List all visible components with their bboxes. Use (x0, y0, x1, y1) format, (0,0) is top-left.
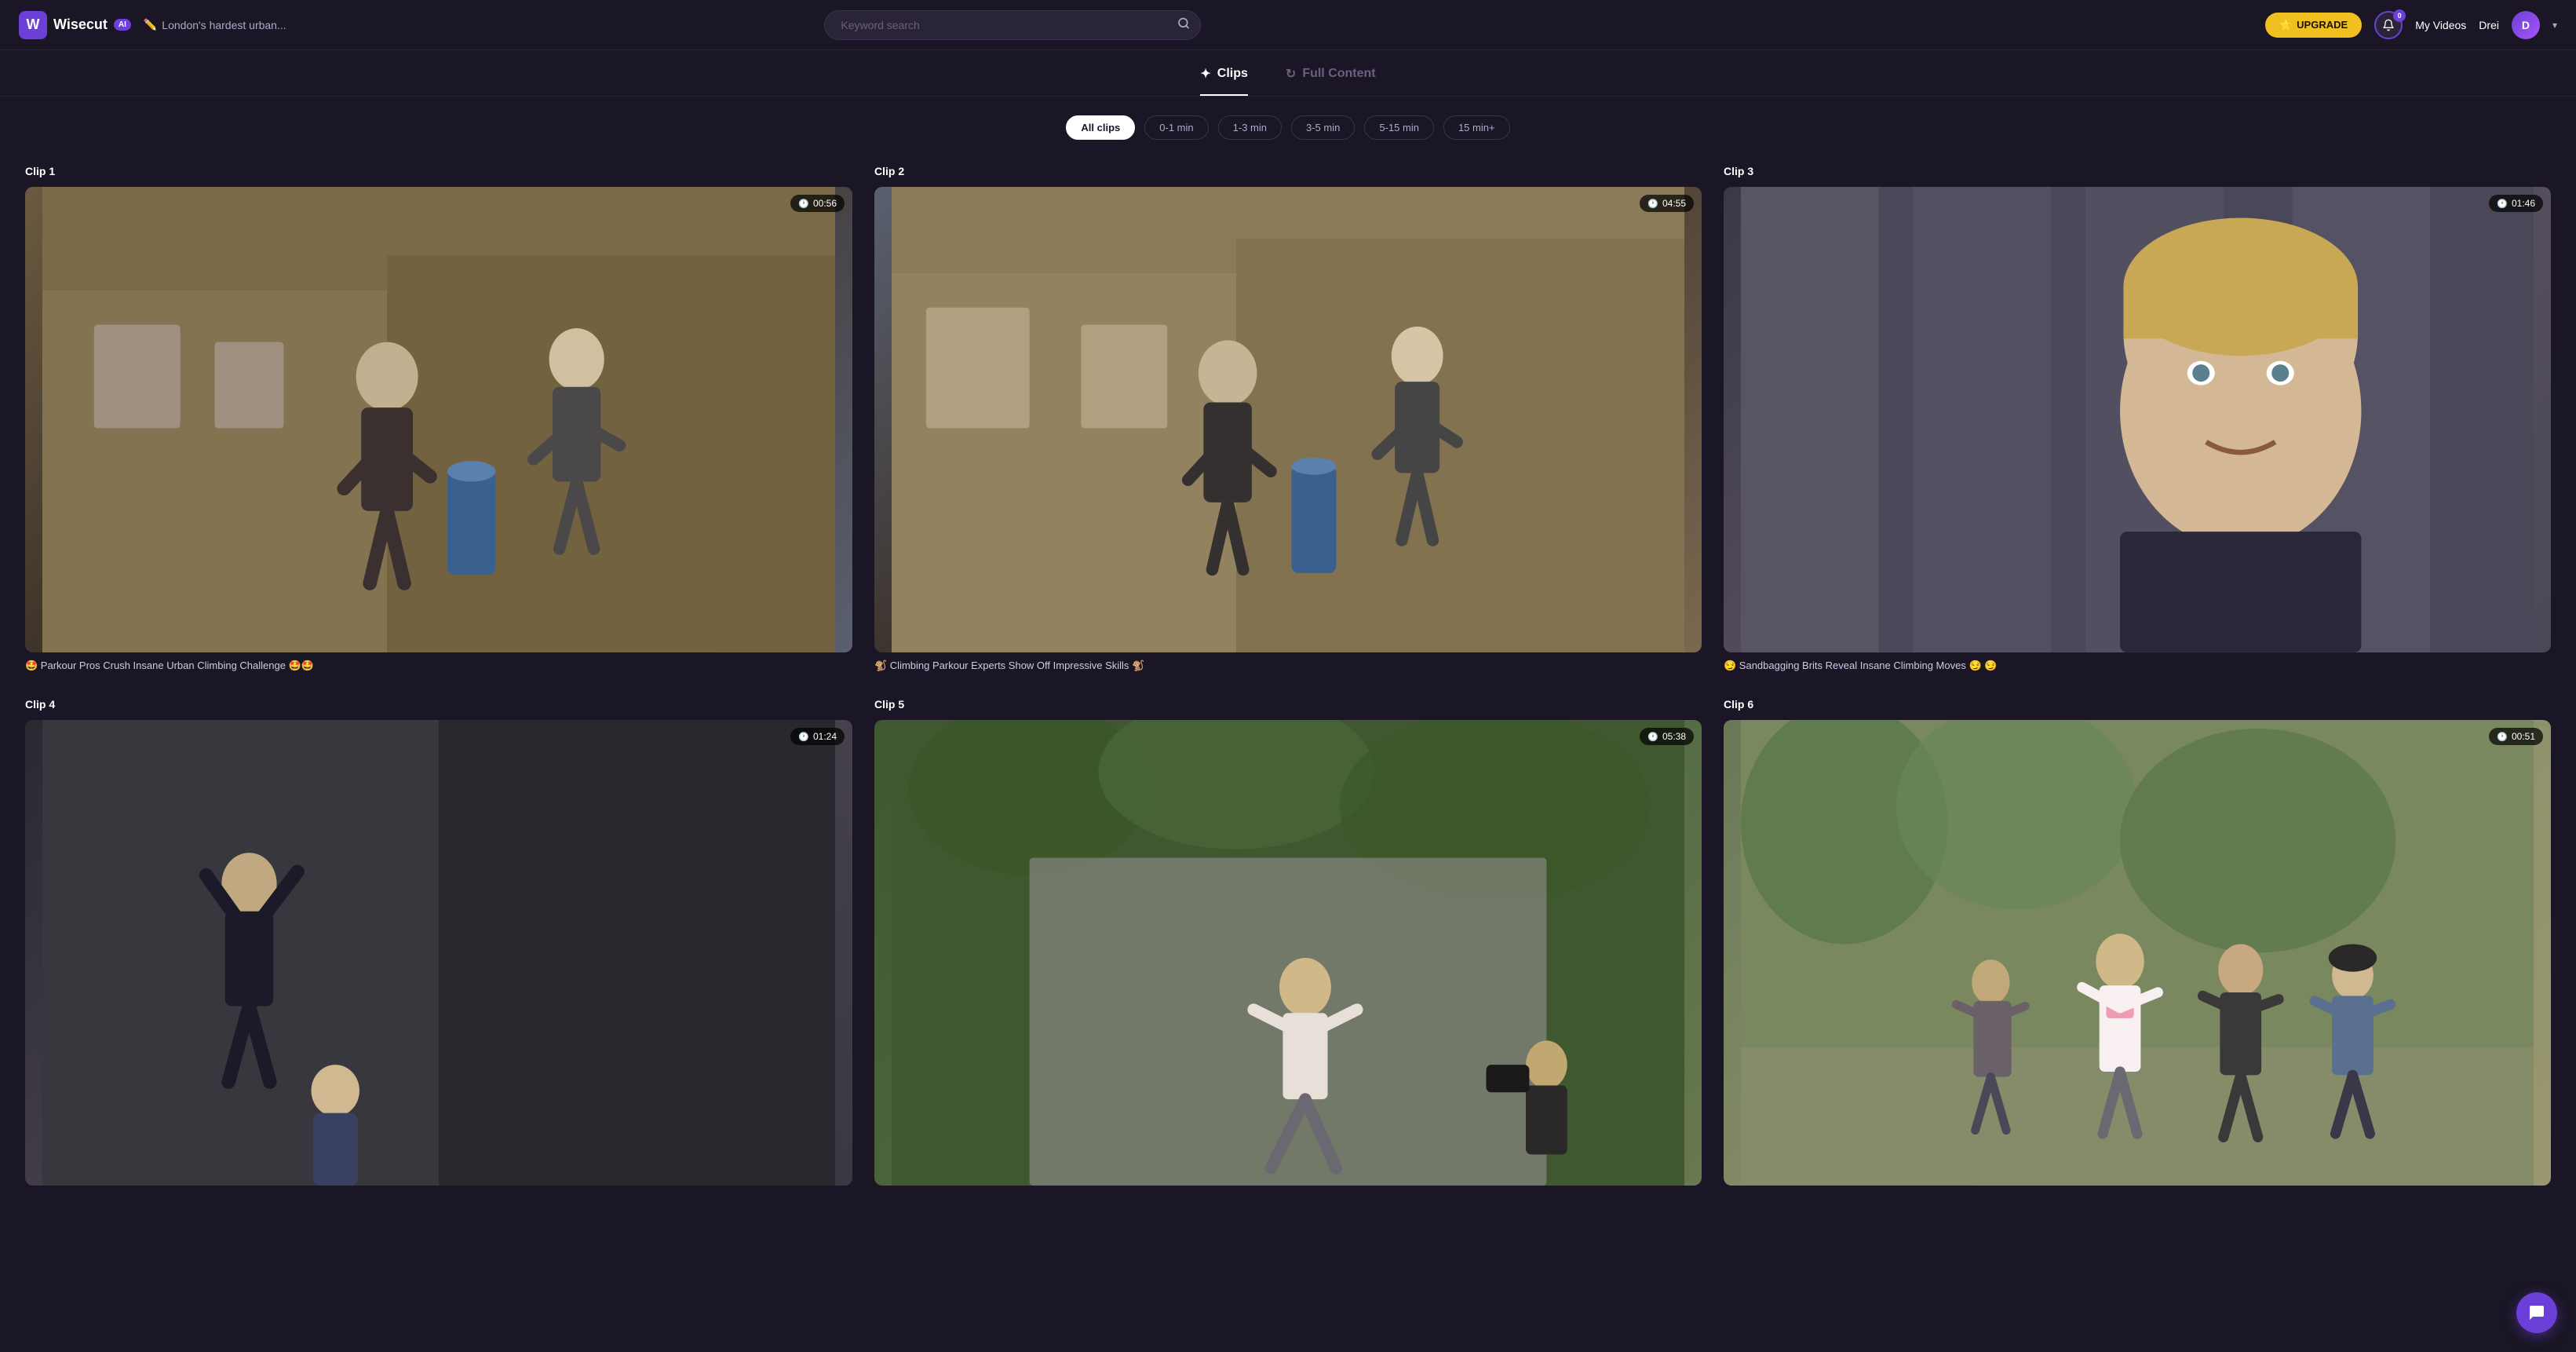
filter-0-1min[interactable]: 0-1 min (1144, 115, 1208, 140)
clock-icon: 🕐 (798, 199, 809, 209)
search-bar (824, 10, 1201, 40)
notification-badge: 0 (2393, 9, 2406, 22)
logo-area: W Wisecut AI (19, 11, 131, 39)
clip-3-svg (1724, 187, 2551, 652)
clip-1-duration-text: 00:56 (813, 198, 837, 209)
clock-icon-5: 🕐 (1647, 732, 1658, 742)
clip-1-label: Clip 1 (25, 165, 852, 177)
my-videos-link[interactable]: My Videos (2415, 19, 2466, 31)
project-title-text: London's hardest urban... (162, 19, 286, 31)
clip-6-svg (1724, 720, 2551, 1186)
clip-3-duration: 🕐 01:46 (2489, 195, 2543, 212)
clip-5-label: Clip 5 (874, 698, 1702, 711)
clip-3-duration-text: 01:46 (2512, 198, 2535, 209)
clip-section-1: Clip 1 (25, 165, 852, 673)
project-title[interactable]: ✏️ London's hardest urban... (144, 18, 286, 31)
logo-text: Wisecut (53, 16, 108, 33)
filter-all-clips[interactable]: All clips (1066, 115, 1135, 140)
tab-full-content[interactable]: ↻ Full Content (1286, 66, 1376, 96)
clip-4-duration-text: 01:24 (813, 731, 837, 742)
clips-container: Clip 1 (0, 152, 2576, 1223)
clip-3-title: 😏 Sandbagging Brits Reveal Insane Climbi… (1724, 659, 2551, 673)
clip-2-label: Clip 2 (874, 165, 1702, 177)
clip-5-duration: 🕐 05:38 (1640, 728, 1694, 745)
clip-section-5: Clip 5 (874, 698, 1702, 1192)
clip-1-title: 🤩 Parkour Pros Crush Insane Urban Climbi… (25, 659, 852, 673)
clip-4-label: Clip 4 (25, 698, 852, 711)
filter-3-5min[interactable]: 3-5 min (1291, 115, 1355, 140)
clock-icon-6: 🕐 (2497, 732, 2508, 742)
chat-button[interactable] (2516, 1292, 2557, 1333)
clip-section-3: Clip 3 (1724, 165, 2551, 673)
clip-section-2: Clip 2 (874, 165, 1702, 673)
clip-6-label: Clip 6 (1724, 698, 2551, 711)
clip-section-6: Clip 6 (1724, 698, 2551, 1192)
clock-icon-3: 🕐 (2497, 199, 2508, 209)
clip-4-scene (25, 720, 852, 1186)
clip-1-duration: 🕐 00:56 (790, 195, 845, 212)
clip-6-duration: 🕐 00:51 (2489, 728, 2543, 745)
header: W Wisecut AI ✏️ London's hardest urban..… (0, 0, 2576, 50)
search-icon (1177, 16, 1190, 29)
clip-5-scene (874, 720, 1702, 1186)
clip-3-scene (1724, 187, 2551, 652)
clips-grid: Clip 1 (25, 165, 2551, 1192)
avatar[interactable]: D (2512, 11, 2540, 39)
clip-1-svg (25, 187, 852, 652)
user-name: Drei (2479, 19, 2499, 31)
notification-area: 0 (2374, 11, 2403, 39)
clip-4-duration: 🕐 01:24 (790, 728, 845, 745)
clip-4-svg (25, 720, 852, 1186)
clip-2-duration-text: 04:55 (1662, 198, 1686, 209)
clip-2-scene (874, 187, 1702, 652)
clip-6-thumbnail[interactable]: 🕐 00:51 (1724, 720, 2551, 1186)
clock-icon-2: 🕐 (1647, 199, 1658, 209)
clips-tab-label: Clips (1217, 67, 1248, 81)
search-input[interactable] (824, 10, 1201, 40)
clip-2-thumbnail[interactable]: 🕐 04:55 (874, 187, 1702, 652)
clip-2-svg (874, 187, 1702, 652)
clips-tab-icon: ✦ (1200, 66, 1210, 82)
clip-3-label: Clip 3 (1724, 165, 2551, 177)
filter-5-15min[interactable]: 5-15 min (1364, 115, 1434, 140)
bell-icon (2382, 19, 2395, 31)
filter-1-3min[interactable]: 1-3 min (1218, 115, 1282, 140)
upgrade-star-icon: ⭐ (2279, 19, 2292, 31)
chat-icon (2527, 1303, 2546, 1322)
clip-4-thumbnail[interactable]: 🕐 01:24 (25, 720, 852, 1186)
filter-15min-plus[interactable]: 15 min+ (1443, 115, 1510, 140)
clip-5-duration-text: 05:38 (1662, 731, 1686, 742)
full-content-tab-icon: ↻ (1286, 66, 1296, 82)
clip-6-scene (1724, 720, 2551, 1186)
clip-5-thumbnail[interactable]: 🕐 05:38 (874, 720, 1702, 1186)
tab-clips[interactable]: ✦ Clips (1200, 66, 1248, 96)
search-button[interactable] (1177, 16, 1190, 33)
header-right: ⭐ UPGRADE 0 My Videos Drei D ▾ (2265, 11, 2557, 39)
clock-icon-4: 🕐 (798, 732, 809, 742)
chevron-down-icon[interactable]: ▾ (2552, 20, 2557, 31)
full-content-tab-label: Full Content (1302, 67, 1375, 81)
clip-6-duration-text: 00:51 (2512, 731, 2535, 742)
logo-icon: W (19, 11, 47, 39)
ai-badge: AI (114, 19, 131, 31)
upgrade-label: UPGRADE (2297, 19, 2348, 31)
pencil-icon: ✏️ (144, 18, 157, 31)
tabs-area: ✦ Clips ↻ Full Content (0, 50, 2576, 97)
upgrade-button[interactable]: ⭐ UPGRADE (2265, 13, 2362, 38)
filters-area: All clips 0-1 min 1-3 min 3-5 min 5-15 m… (0, 97, 2576, 152)
clip-2-title: 🐒 Climbing Parkour Experts Show Off Impr… (874, 659, 1702, 673)
clip-1-thumbnail[interactable]: 🕐 00:56 (25, 187, 852, 652)
clip-section-4: Clip 4 (25, 698, 852, 1192)
clip-1-scene (25, 187, 852, 652)
clip-5-svg (874, 720, 1702, 1186)
clip-3-thumbnail[interactable]: 🕐 01:46 (1724, 187, 2551, 652)
clip-2-duration: 🕐 04:55 (1640, 195, 1694, 212)
